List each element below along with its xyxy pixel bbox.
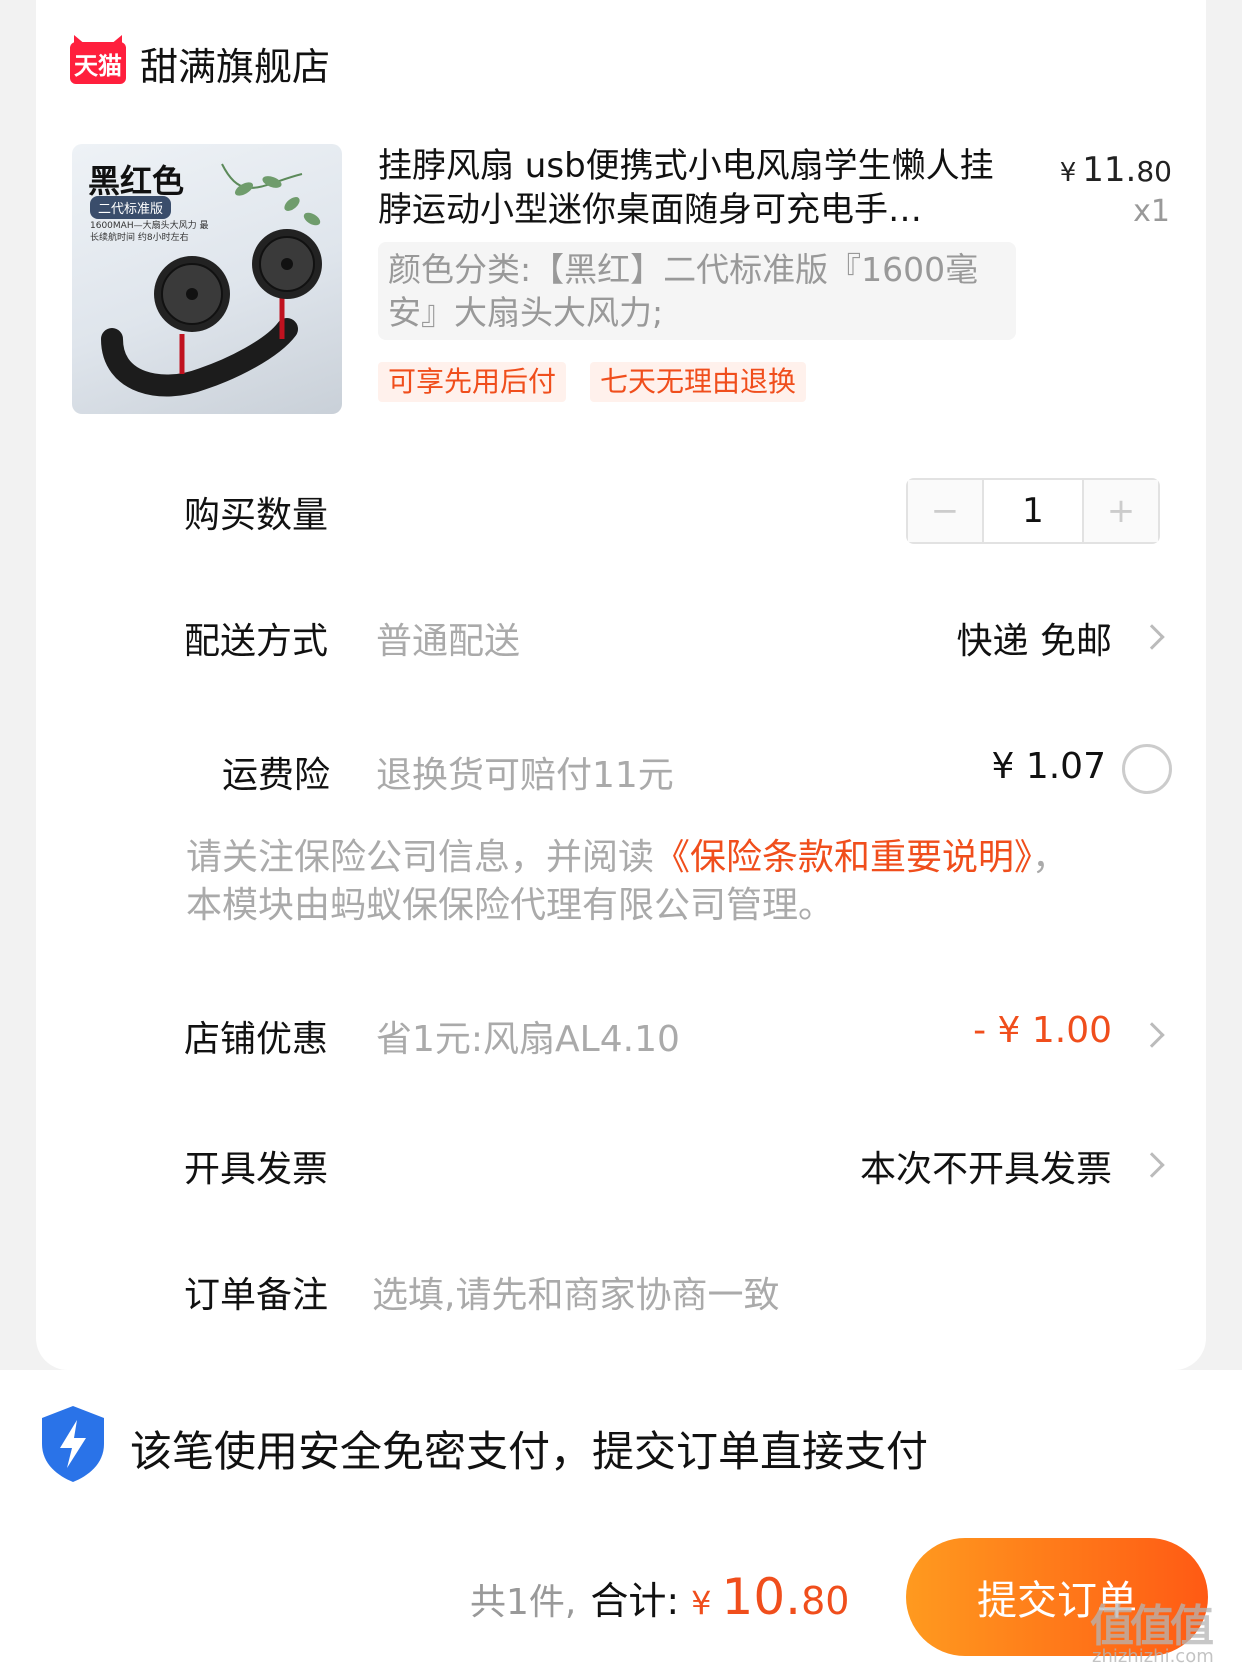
delivery-type: 普通配送 [376, 621, 521, 662]
invoice-label: 开具发票 [184, 1149, 329, 1190]
tag-pay-later: 可享先用后付 [378, 362, 567, 402]
watermark-url: zhizhizhi.com [1092, 1646, 1214, 1667]
insurance-desc: 退换货可赔付11元 [376, 755, 674, 796]
item-count: 共1件, [470, 1582, 577, 1623]
product-price: ¥11.80 [1060, 150, 1172, 190]
total-integer: 10. [721, 1568, 802, 1626]
total-price: ¥10.80 [691, 1568, 849, 1626]
insurance-price: ¥ 1.07 [991, 746, 1106, 787]
notice-prefix: 请关注保险公司信息，并阅读 [186, 837, 655, 878]
increment-button[interactable]: + [1084, 480, 1158, 542]
delivery-value[interactable]: 快递 免邮 [957, 612, 1112, 664]
delivery-label: 配送方式 [184, 621, 329, 662]
total-decimal: 80 [801, 1579, 850, 1623]
price-currency: ¥ [1059, 158, 1077, 188]
insurance-radio[interactable] [1122, 744, 1172, 794]
discount-desc: 省1元:风扇AL4.10 [376, 1019, 680, 1060]
order-total: 共1件, 合计: ¥10.80 [470, 1568, 849, 1638]
invoice-value[interactable]: 本次不开具发票 [860, 1140, 1112, 1192]
remark-label: 订单备注 [184, 1275, 329, 1316]
store-name[interactable]: 甜满旗舰店 [140, 36, 330, 91]
price-integer: 11. [1082, 150, 1137, 190]
tmall-logo: 天猫 [70, 42, 126, 84]
quantity-value[interactable]: 1 [982, 480, 1084, 542]
insurance-label: 运费险 [222, 755, 331, 796]
quantity-label: 购买数量 [184, 495, 329, 536]
product-quantity: x1 [1133, 194, 1170, 229]
tag-seven-day-return: 七天无理由退换 [590, 362, 807, 402]
product-title[interactable]: 挂脖风扇 usb便携式小电风扇学生懒人挂脖运动小型迷你桌面随身可充电手… [378, 144, 1008, 232]
discount-label: 店铺优惠 [184, 1019, 329, 1060]
remark-input[interactable]: 选填,请先和商家协商一致 [372, 1266, 779, 1318]
store-header[interactable]: 天猫 甜满旗舰店 [70, 36, 330, 91]
insurance-notice: 请关注保险公司信息，并阅读《保险条款和重要说明》，本模块由蚂蚁保保险代理有限公司… [186, 834, 1086, 930]
shield-lightning-icon [42, 1406, 104, 1482]
product-image[interactable]: 黑红色 二代标准版 1600MAH—大扇头大风力 最长续航时间 约8小时左右 [72, 144, 342, 414]
insurance-terms-link[interactable]: 《保险条款和重要说明》 [654, 837, 1032, 878]
discount-value[interactable]: - ¥ 1.00 [973, 1010, 1112, 1051]
secure-payment-text: 该笔使用安全免密支付，提交订单直接支付 [130, 1427, 929, 1476]
quantity-stepper[interactable]: − 1 + [906, 478, 1160, 544]
watermark-logo: 值值值 [1090, 1601, 1214, 1652]
total-label: 合计: [590, 1579, 680, 1623]
total-currency: ¥ [691, 1584, 712, 1622]
neck-fan-illustration [101, 163, 322, 397]
product-sku[interactable]: 颜色分类:【黑红】二代标准版『1600毫安』大扇头大风力; [378, 242, 1016, 340]
decrement-button[interactable]: − [908, 480, 982, 542]
price-decimal: 80 [1136, 155, 1172, 188]
